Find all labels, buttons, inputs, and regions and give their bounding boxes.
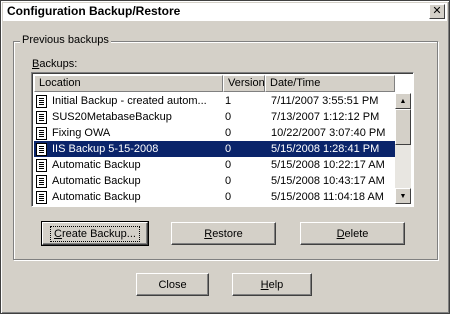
- backups-label: Backups:: [32, 58, 78, 70]
- row-datetime: 10/22/2007 3:07:40 PM: [271, 127, 386, 139]
- row-version: 0: [225, 175, 232, 187]
- document-icon: [36, 175, 47, 188]
- list-item[interactable]: SUS20MetabaseBackup 0 7/13/2007 1:12:12 PM: [34, 109, 395, 125]
- row-version: 0: [225, 159, 232, 171]
- vertical-scrollbar[interactable]: ▲ ▼: [395, 93, 411, 204]
- restore-button[interactable]: Restore: [171, 222, 276, 245]
- column-header-location[interactable]: Location: [34, 75, 223, 92]
- document-icon: [36, 191, 47, 204]
- close-icon[interactable]: ✕: [429, 4, 445, 19]
- row-location: Automatic Backup: [52, 175, 141, 187]
- document-icon: [36, 143, 47, 156]
- row-version: 0: [225, 127, 232, 139]
- row-location: Fixing OWA: [52, 127, 111, 139]
- scroll-down-button[interactable]: ▼: [395, 188, 411, 204]
- document-icon: [36, 127, 47, 140]
- row-location: Initial Backup - created autom...: [52, 95, 207, 107]
- delete-button[interactable]: Delete: [300, 222, 405, 245]
- backups-list[interactable]: Location Version Date/Time Initial Backu…: [31, 72, 414, 207]
- document-icon: [36, 159, 47, 172]
- list-item[interactable]: Automatic Backup 0 5/15/2008 10:22:17 AM: [34, 157, 395, 173]
- scroll-thumb[interactable]: [395, 109, 411, 145]
- list-item[interactable]: Automatic Backup 0 5/15/2008 11:04:18 AM: [34, 189, 395, 205]
- scroll-up-icon: ▲: [399, 97, 407, 105]
- scroll-up-button[interactable]: ▲: [395, 93, 411, 109]
- row-datetime: 5/15/2008 10:22:17 AM: [271, 159, 385, 171]
- create-backup-button[interactable]: Create Backup...: [41, 221, 149, 246]
- list-item[interactable]: Automatic Backup 0 5/15/2008 10:43:17 AM: [34, 173, 395, 189]
- row-location: IIS Backup 5-15-2008: [52, 143, 159, 155]
- row-datetime: 5/15/2008 11:04:18 AM: [271, 191, 384, 203]
- row-location: Automatic Backup: [52, 159, 141, 171]
- row-datetime: 5/15/2008 1:28:41 PM: [271, 143, 380, 155]
- list-rows: Initial Backup - created autom... 1 7/11/2…: [34, 93, 395, 205]
- document-icon: [36, 95, 47, 108]
- scroll-down-icon: ▼: [399, 192, 407, 200]
- title-bar[interactable]: Configuration Backup/Restore ✕: [3, 3, 447, 21]
- list-item[interactable]: IIS Backup 5-15-2008 0 5/15/2008 1:28:41 P…: [34, 141, 395, 157]
- list-header: Location Version Date/Time: [34, 75, 395, 92]
- row-version: 0: [225, 111, 232, 123]
- dialog-title: Configuration Backup/Restore: [7, 4, 181, 18]
- column-header-datetime[interactable]: Date/Time: [265, 75, 395, 92]
- row-datetime: 7/13/2007 1:12:12 PM: [271, 111, 380, 123]
- document-icon: [36, 111, 47, 124]
- list-item[interactable]: Fixing OWA 0 10/22/2007 3:07:40 PM: [34, 125, 395, 141]
- row-datetime: 5/15/2008 10:43:17 AM: [271, 175, 385, 187]
- row-location: SUS20MetabaseBackup: [52, 111, 172, 123]
- list-item[interactable]: Initial Backup - created autom... 1 7/11/2…: [34, 93, 395, 109]
- help-button[interactable]: Help: [232, 273, 312, 296]
- row-location: Automatic Backup: [52, 191, 141, 203]
- group-label: Previous backups: [20, 34, 111, 46]
- row-datetime: 7/11/2007 3:55:51 PM: [271, 95, 379, 107]
- column-header-version[interactable]: Version: [223, 75, 265, 92]
- close-glyph: ✕: [432, 5, 442, 17]
- row-version: 0: [225, 191, 232, 203]
- close-button[interactable]: Close: [136, 273, 209, 296]
- row-version: 0: [225, 143, 232, 155]
- row-version: 1: [225, 95, 232, 107]
